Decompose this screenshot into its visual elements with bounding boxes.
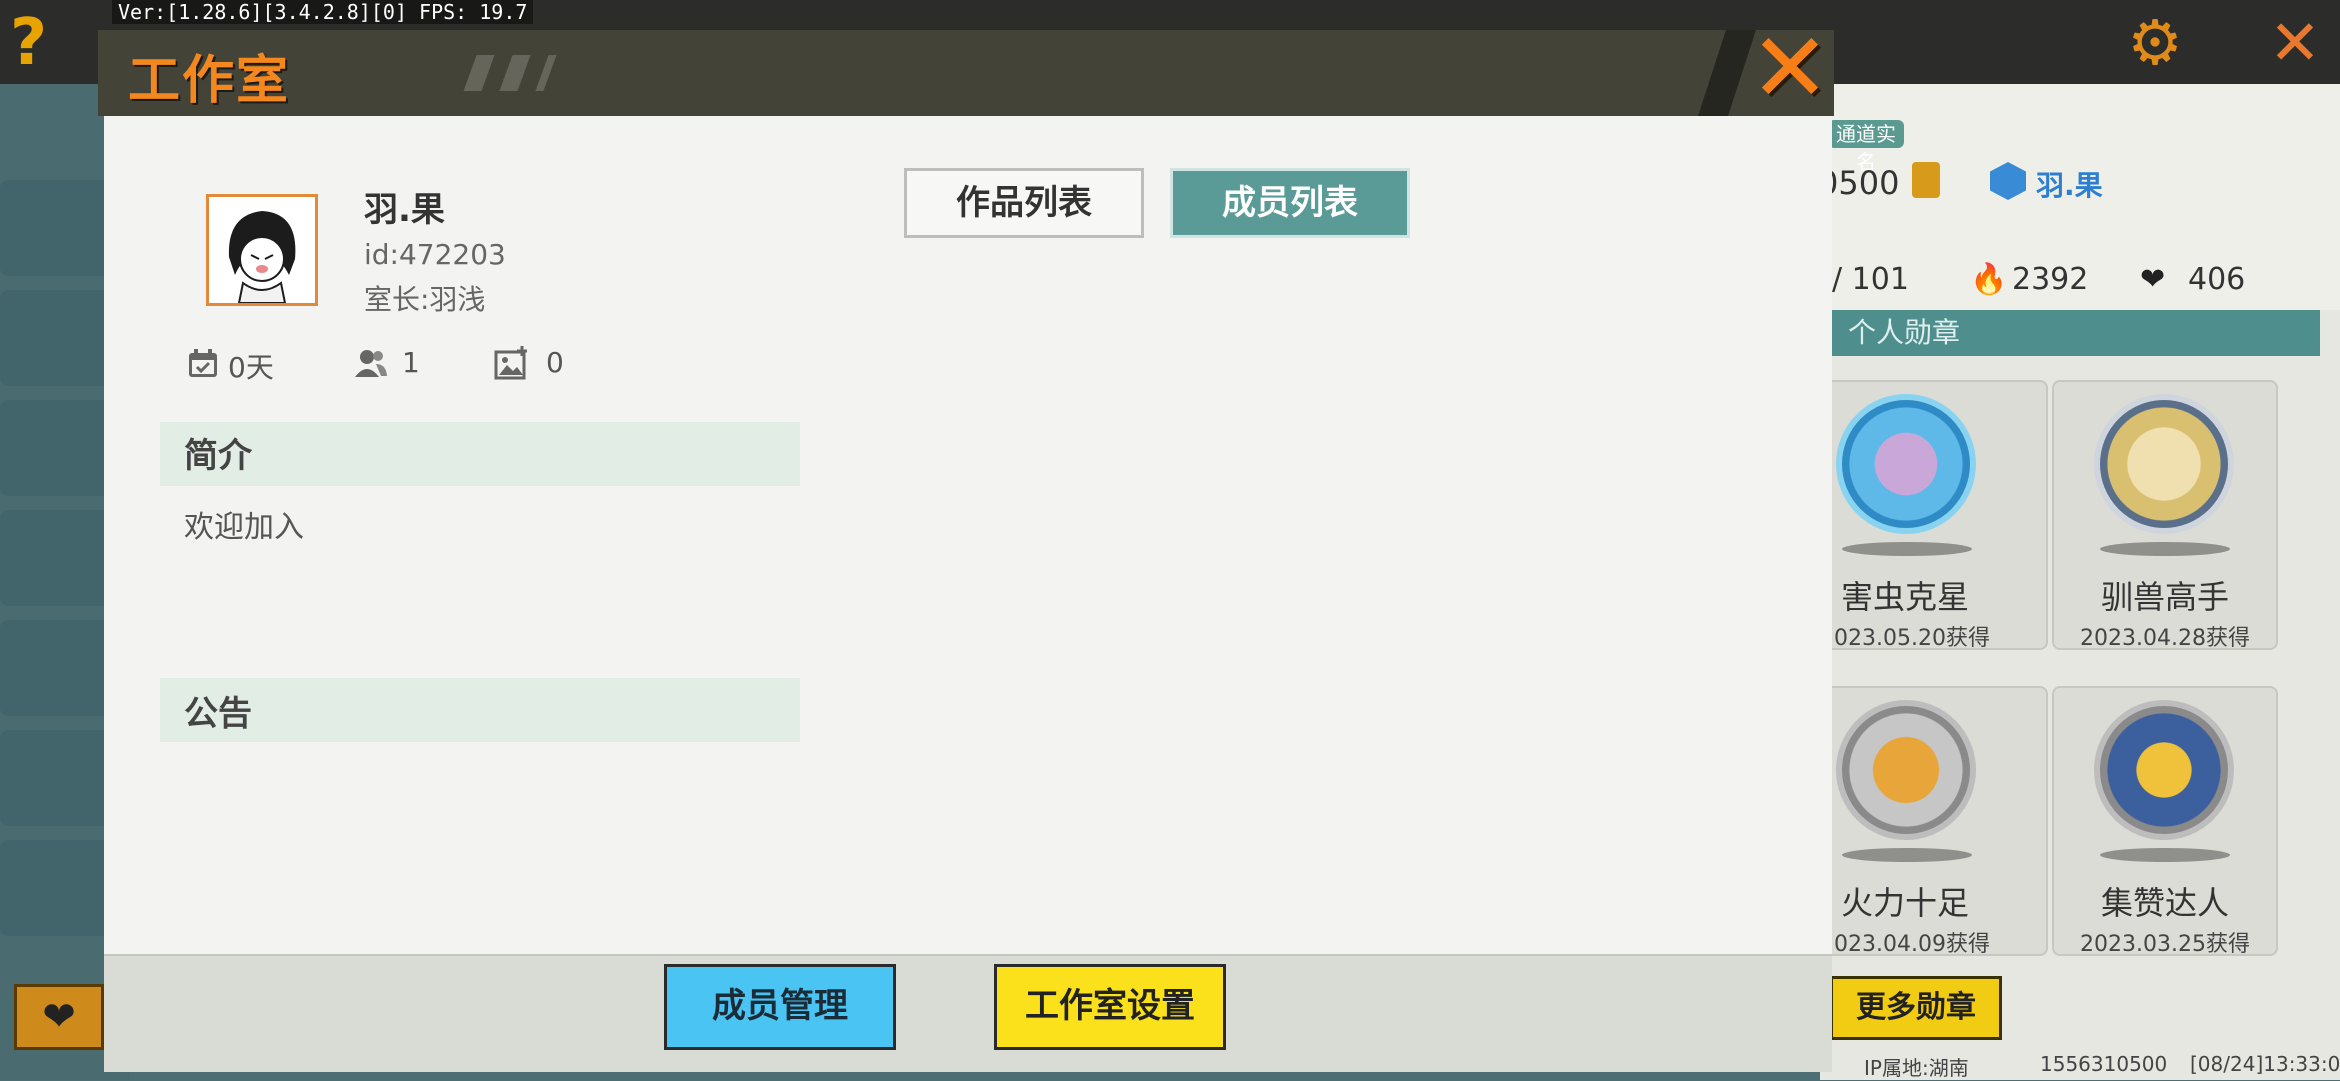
works-image-icon [494,346,527,380]
fps-overlay: Ver:[1.28.6][3.4.2.8][0] FPS: 19.7 [112,0,534,24]
sidebar-tile-bell[interactable] [0,400,110,496]
close-icon[interactable]: ✕ [1746,20,1834,116]
medal-pest-icon [1836,394,1976,534]
avatar-drawing-icon: 好 [209,197,315,303]
settings-gear-icon[interactable]: ⚙ [2120,8,2190,78]
intro-section-bar [160,422,800,486]
dialog-header [98,30,1834,116]
svg-text:好: 好 [283,242,295,256]
header-stripe-decor [463,55,557,91]
medal-shadow [2100,848,2230,862]
studio-works-count: 0 [546,346,564,379]
sidebar-tile-home[interactable] [0,180,110,276]
medal-tamer-icon [2094,394,2234,534]
studio-id: id:472203 [364,238,506,271]
studio-days: 0天 [228,351,274,384]
member-management-button[interactable]: 成员管理 [664,964,896,1050]
heart-button[interactable]: ❤ [14,984,104,1050]
notice-section-bar [160,678,800,742]
fire-icon: 🔥 [1970,262,2008,297]
notice-title: 公告 [184,694,252,734]
background-close-icon[interactable]: ✕ [2260,8,2330,78]
medal-shadow [1842,848,1972,862]
bottom-info: IP属地:湖南 1556310500 [08/24]13:33:0 [1820,1052,2340,1080]
medal-likes-icon [2094,700,2234,840]
sidebar-tile-house[interactable] [0,510,110,606]
dialog-title: 工作室 [128,51,291,111]
studio-member-count: 1 [402,346,420,379]
player-name: 羽.果 [2036,169,2103,202]
heart-icon: ❤ [2140,262,2166,297]
members-icon [355,350,387,377]
calendar-icon [189,349,217,377]
help-button[interactable]: ? [10,8,70,78]
studio-settings-button[interactable]: 工作室设置 [994,964,1226,1050]
sidebar-tile-profile[interactable] [0,620,110,716]
sidebar-tile-map[interactable] [0,290,110,386]
medal-header: 个人勋章 [1820,310,2320,356]
medal-shadow [2100,542,2230,556]
ip-location: IP属地:湖南 [1864,1056,1969,1080]
tab-works-list[interactable]: 作品列表 [904,168,1144,238]
intro-title: 简介 [184,436,252,476]
document-icon[interactable] [1912,162,1940,198]
studio-name: 羽.果 [364,190,445,230]
timestamp: [08/24]13:33:0 [2190,1052,2340,1076]
medal-date: 2023.03.25获得 [2080,932,2250,957]
verify-tag: 通道实名 [1828,120,1904,174]
studio-avatar[interactable]: 好 [206,194,318,306]
medal-firepower-icon [1836,700,1976,840]
stat-fire: 2392 [2012,262,2089,297]
medal-name: 集赞达人 [2100,884,2229,922]
medal-date: 2023.04.28获得 [2080,626,2250,651]
intro-text: 欢迎加入 [184,510,304,545]
tab-members-list[interactable]: 成员列表 [1170,168,1410,238]
uid: 1556310500 [2040,1052,2168,1076]
sidebar-tile-gallery[interactable] [0,730,110,826]
medal-name: 驯兽高手 [2100,578,2229,616]
dialog-footer [104,954,1832,1072]
medal-shadow [1842,542,1972,556]
sidebar-tile-calendar[interactable] [0,840,110,936]
studio-owner: 室长:羽浅 [364,283,486,316]
more-medals-button[interactable]: 更多勋章 [1830,976,2002,1040]
stat-left: / 101 [1832,262,1909,297]
stat-likes: 406 [2188,262,2246,297]
